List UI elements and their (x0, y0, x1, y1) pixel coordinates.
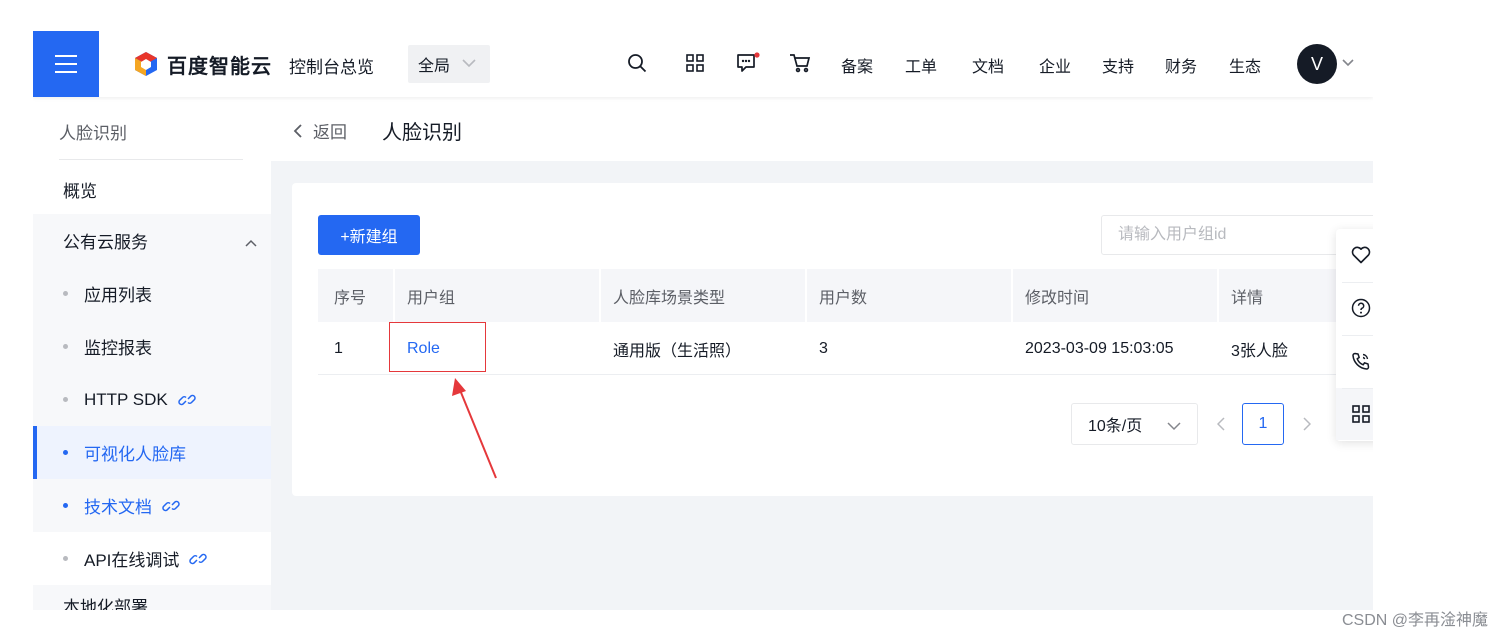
chevron-down-icon (462, 55, 476, 73)
sidebar-item-tech-docs[interactable]: 技术文档 (33, 479, 271, 532)
column-header-user-count: 用户数 (804, 269, 867, 322)
search-icon[interactable] (625, 51, 649, 75)
column-header-index: 序号 (334, 289, 367, 307)
nav-enterprise[interactable]: 企业 (1039, 53, 1071, 77)
table-row: 1 Role 通用版（生活照） 3 2023-03-09 15:03:05 3张… (318, 322, 1373, 375)
group-name-link[interactable]: Role (407, 322, 440, 375)
sidebar-item-label: 监控报表 (84, 339, 152, 358)
cell-modified-time: 2023-03-09 15:03:05 (1025, 339, 1174, 357)
watermark: CSDN @李再淦神魔 (1341, 612, 1488, 629)
table-header: 序号 用户组 人脸库场景类型 用户数 修改时间 详情 (318, 269, 1373, 322)
link-icon (162, 497, 180, 515)
menu-button[interactable] (33, 31, 99, 97)
chevron-left-icon (1217, 417, 1225, 431)
help-icon[interactable] (1336, 282, 1373, 334)
nav-ecosystem[interactable]: 生态 (1229, 53, 1261, 77)
user-avatar[interactable]: V (1297, 44, 1337, 84)
cell-user-count: 3 (819, 339, 828, 357)
page-size-value: 10条/页 (1088, 418, 1143, 435)
sidebar-item-app-list[interactable]: 应用列表 (33, 267, 271, 320)
sidebar-item-http-sdk[interactable]: HTTP SDK (33, 373, 271, 426)
link-icon (178, 391, 196, 409)
sidebar-item-label: 可视化人脸库 (84, 445, 186, 464)
chevron-down-icon (1167, 418, 1181, 436)
group-id-search-input[interactable] (1101, 215, 1373, 255)
next-page-button[interactable] (1292, 403, 1322, 445)
user-group-card: +新建组 序号 用户组 人脸库场景类型 用户数 修改时间 详情 1 Role 通… (292, 183, 1373, 496)
brand-logo[interactable]: 百度智能云 (133, 50, 272, 78)
sidebar-title: 人脸识别 (59, 124, 127, 143)
sidebar-group-local-deploy[interactable]: 本地化部署 (33, 585, 271, 610)
region-select[interactable]: 全局 (408, 45, 490, 83)
back-label: 返回 (313, 123, 347, 142)
page-size-select[interactable]: 10条/页 (1071, 403, 1198, 445)
sidebar-divider (59, 159, 243, 160)
message-icon[interactable] (736, 51, 760, 75)
sidebar-item-api-debug[interactable]: API在线调试 (33, 532, 271, 585)
page-header: 返回 人脸识别 (271, 97, 1373, 161)
page-number-button[interactable]: 1 (1242, 403, 1284, 445)
prev-page-button[interactable] (1206, 403, 1236, 445)
chevron-right-icon (1303, 417, 1311, 431)
nav-ticket[interactable]: 工单 (905, 53, 937, 77)
sidebar-item-face-library[interactable]: 可视化人脸库 (33, 426, 271, 479)
sidebar-item-label: 应用列表 (84, 286, 152, 305)
column-header-scene: 人脸库场景类型 (598, 269, 725, 322)
sidebar-group-header[interactable]: 公有云服务 (33, 214, 271, 266)
nav-beian[interactable]: 备案 (841, 53, 873, 77)
grid-icon[interactable] (1336, 388, 1373, 440)
pagination: 10条/页 1 (1071, 403, 1322, 445)
chevron-down-icon[interactable] (1342, 56, 1354, 70)
chevron-up-icon (245, 232, 257, 252)
column-header-detail: 详情 (1216, 269, 1263, 322)
new-group-button[interactable]: +新建组 (318, 215, 420, 255)
sidebar-group-public-cloud: 公有云服务 应用列表 监控报表 HTTP SDK 可视化人脸库 技术文档 API… (33, 214, 271, 610)
column-header-modified: 修改时间 (1010, 269, 1089, 322)
region-value: 全局 (418, 58, 451, 75)
console-overview-link[interactable]: 控制台总览 (289, 53, 374, 78)
page-title: 人脸识别 (382, 122, 462, 144)
console-window: 百度智能云 控制台总览 全局 备案 工单 文档 企业 支持 财务 生态 V 人脸… (33, 31, 1373, 610)
phone-icon[interactable] (1336, 335, 1373, 387)
sidebar-item-label: HTTP SDK (84, 389, 168, 409)
sidebar: 人脸识别 概览 公有云服务 应用列表 监控报表 HTTP SDK 可视化人脸库 … (33, 97, 271, 610)
sidebar-item-label: API在线调试 (84, 551, 180, 570)
nav-finance[interactable]: 财务 (1165, 53, 1197, 77)
top-bar: 百度智能云 控制台总览 全局 备案 工单 文档 企业 支持 财务 生态 V (33, 31, 1373, 97)
chevron-left-icon (293, 123, 302, 138)
sidebar-item-overview[interactable]: 概览 (33, 165, 271, 213)
cart-icon[interactable] (788, 51, 812, 75)
cell-index: 1 (334, 339, 343, 357)
column-header-group: 用户组 (392, 269, 455, 322)
floating-toolbar (1336, 229, 1373, 441)
sidebar-item-label: 本地化部署 (63, 598, 148, 610)
nav-support[interactable]: 支持 (1102, 53, 1134, 77)
product-grid-icon[interactable] (683, 51, 707, 75)
cell-scene-type: 通用版（生活照） (613, 342, 742, 360)
back-link[interactable]: 返回 (293, 118, 347, 143)
nav-docs[interactable]: 文档 (972, 53, 1004, 77)
sidebar-group-label: 公有云服务 (63, 232, 148, 252)
cell-detail: 3张人脸 (1231, 342, 1288, 360)
link-icon (189, 550, 208, 568)
brand-name: 百度智能云 (167, 55, 272, 78)
sidebar-item-monitor[interactable]: 监控报表 (33, 320, 271, 373)
user-group-table: 序号 用户组 人脸库场景类型 用户数 修改时间 详情 1 Role 通用版（生活… (318, 269, 1373, 375)
cloud-logo-icon (135, 52, 157, 76)
heart-icon[interactable] (1336, 229, 1373, 281)
sidebar-item-label: 技术文档 (84, 498, 152, 517)
